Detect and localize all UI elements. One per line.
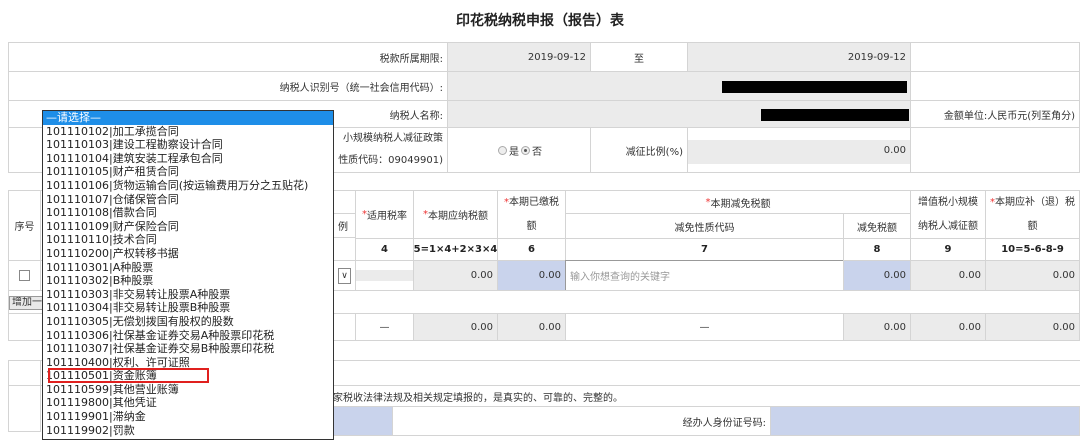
header-rate-text: 适用税率 — [367, 211, 407, 222]
dropdown-option[interactable]: 101110305|无偿划拨国有股权的股数 — [43, 315, 333, 329]
total-reduction-amount: 0.00 — [843, 313, 911, 341]
radio-no[interactable] — [521, 145, 530, 155]
empty-cell — [910, 127, 1080, 173]
empty-cell — [910, 71, 1080, 101]
total-vat: 0.00 — [910, 313, 986, 341]
col-number: 9 — [910, 238, 986, 261]
dropdown-option[interactable]: 101110104|建筑安装工程承包合同 — [43, 152, 333, 166]
total-paid: 0.00 — [497, 313, 566, 341]
policy-line1: 小规模纳税人减征政策 — [343, 133, 443, 144]
dropdown-option[interactable]: 101110107|仓储保管合同 — [43, 193, 333, 207]
header-paid: *本期已缴税额 — [497, 190, 566, 239]
dropdown-option[interactable]: 101110599|其他营业账簿 — [43, 383, 333, 397]
header-reduction-code: 减免性质代码 — [565, 213, 844, 239]
page-title: 印花税纳税申报（报告）表 — [456, 13, 624, 29]
taxpayer-id-label: 纳税人识别号（统一社会信用代码）: — [8, 71, 448, 101]
col-number: 6 — [497, 238, 566, 261]
dropdown-option[interactable]: 101110102|加工承揽合同 — [43, 125, 333, 139]
dropdown-option[interactable]: 101110304|非交易转让股票B种股票 — [43, 301, 333, 315]
header-vat: 增值税小规模 纳税人减征额 — [910, 190, 986, 239]
radio-yes-label: 是 — [509, 146, 519, 158]
item-select[interactable]: ∨ — [333, 260, 356, 291]
refund-value: 0.00 — [985, 260, 1080, 291]
header-reduction: * 本期减免税额 — [565, 190, 911, 214]
row-checkbox[interactable] — [19, 270, 30, 281]
header-seq: 序号 — [8, 190, 41, 261]
header-refund-text: 本期应补（退）税 — [995, 196, 1075, 208]
policy-radio-group: 是 否 — [447, 127, 591, 173]
header-partial: 例 — [333, 213, 356, 238]
taxpayer-id-value — [447, 71, 911, 101]
taxpayer-name-value — [447, 100, 911, 128]
dropdown-option[interactable]: 101110307|社保基金证券交易B种股票印花税 — [43, 342, 333, 356]
radio-yes[interactable] — [498, 145, 507, 155]
header-reduction-amount: 减免税额 — [843, 213, 911, 239]
total-payable: 0.00 — [413, 313, 498, 341]
redaction — [722, 81, 907, 93]
dropdown-option[interactable]: 101110103|建设工程勘察设计合同 — [43, 138, 333, 152]
dropdown-option[interactable]: 101110106|货物运输合同(按运输费用万分之五贴花) — [43, 179, 333, 193]
policy-line2: 性质代码：09049901) — [338, 155, 443, 166]
col-number: 8 — [843, 238, 911, 261]
reduction-ratio-label: 减征比例(%) — [590, 127, 688, 173]
reduction-code-input[interactable]: 输入你想查询的关键字 — [565, 260, 844, 291]
reduction-ratio-value[interactable]: 0.00 — [687, 127, 911, 173]
dropdown-option[interactable]: 101119901|滞纳金 — [43, 410, 333, 424]
dropdown-option[interactable]: 101119902|罚款 — [43, 424, 333, 438]
period-from[interactable]: 2019-09-12 — [447, 42, 591, 72]
total-refund: 0.00 — [985, 313, 1080, 341]
dropdown-placeholder[interactable]: —请选择— — [43, 111, 333, 125]
header-reduction-text: 本期减免税额 — [710, 198, 771, 210]
dropdown-option[interactable]: 101110109|财产保险合同 — [43, 220, 333, 234]
declaration-left-cell — [8, 360, 41, 432]
tax-item-dropdown-list[interactable]: —请选择— 101110102|加工承揽合同 101110103|建设工程勘察设计… — [42, 110, 334, 440]
total-rate: — — [355, 313, 414, 341]
period-label: 税款所属期限: — [8, 42, 448, 72]
header-payable-text: 本期应纳税额 — [428, 211, 488, 222]
header-paid-text: 本期已缴税 — [509, 196, 559, 208]
header-vat-text: 增值税小规模 — [918, 196, 978, 208]
reduction-amount-input[interactable]: 0.00 — [843, 260, 911, 291]
dropdown-option[interactable]: 101110301|A种股票 — [43, 261, 333, 275]
dropdown-option[interactable]: 101110303|非交易转让股票A种股票 — [43, 288, 333, 302]
col-number: 4 — [355, 238, 414, 261]
dropdown-option[interactable]: 101110108|借款合同 — [43, 206, 333, 220]
header-rate: * 适用税率 — [355, 190, 414, 239]
total-code: — — [565, 313, 844, 341]
payable-value: 0.00 — [413, 260, 498, 291]
dropdown-option[interactable]: 101110105|财产租赁合同 — [43, 165, 333, 179]
radio-no-label: 否 — [532, 146, 542, 158]
dropdown-option[interactable]: 101119800|其他凭证 — [43, 396, 333, 410]
dropdown-option[interactable]: 101110110|技术合同 — [43, 233, 333, 247]
redaction — [761, 109, 909, 121]
period-to[interactable]: 2019-09-12 — [687, 42, 911, 72]
col-number: 5=1×4+2×3×4 — [413, 238, 498, 261]
header-refund: *本期应补（退）税额 — [985, 190, 1080, 239]
vat-value: 0.00 — [910, 260, 986, 291]
dropdown-option[interactable]: 101110306|社保基金证券交易A种股票印花税 — [43, 329, 333, 343]
row-select-cell — [8, 260, 41, 291]
header-payable: * 本期应纳税额 — [413, 190, 498, 239]
highlight-box — [48, 368, 209, 383]
header-paid-text2: 额 — [526, 220, 537, 232]
header-vat-text2: 纳税人减征额 — [918, 220, 978, 232]
paid-input[interactable]: 0.00 — [497, 260, 566, 291]
col-number: 10=5-6-8-9 — [985, 238, 1080, 261]
amount-unit: 金额单位:人民币元(列至角分) — [910, 100, 1080, 128]
dropdown-option[interactable]: 101110200|产权转移书据 — [43, 247, 333, 261]
dropdown-option[interactable]: 101110302|B种股票 — [43, 274, 333, 288]
empty-cell — [910, 42, 1080, 72]
header-refund-text2: 额 — [1027, 220, 1038, 232]
chevron-down-icon[interactable]: ∨ — [338, 267, 351, 284]
col-number: 7 — [565, 238, 844, 261]
period-separator: 至 — [590, 42, 688, 72]
rate-input[interactable] — [355, 260, 414, 291]
declaration-text: 家税收法律法规及相关规定填报的，是真实的、可靠的、完整的。 — [333, 393, 623, 404]
